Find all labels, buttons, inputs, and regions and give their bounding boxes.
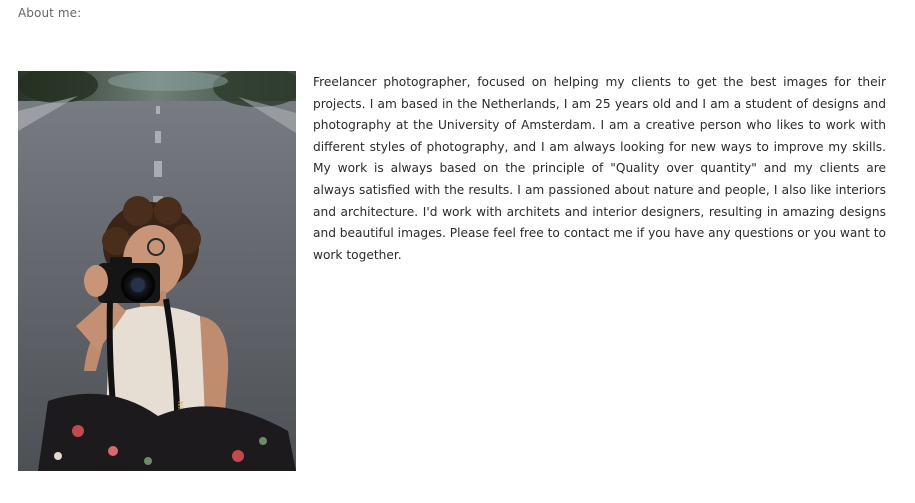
- about-page: About me: Freelancer photographer, focus…: [0, 0, 915, 503]
- profile-photo: Nikon: [18, 71, 296, 471]
- bio-paragraph: Freelancer photographer, focused on help…: [313, 75, 886, 262]
- section-heading: About me:: [18, 6, 82, 20]
